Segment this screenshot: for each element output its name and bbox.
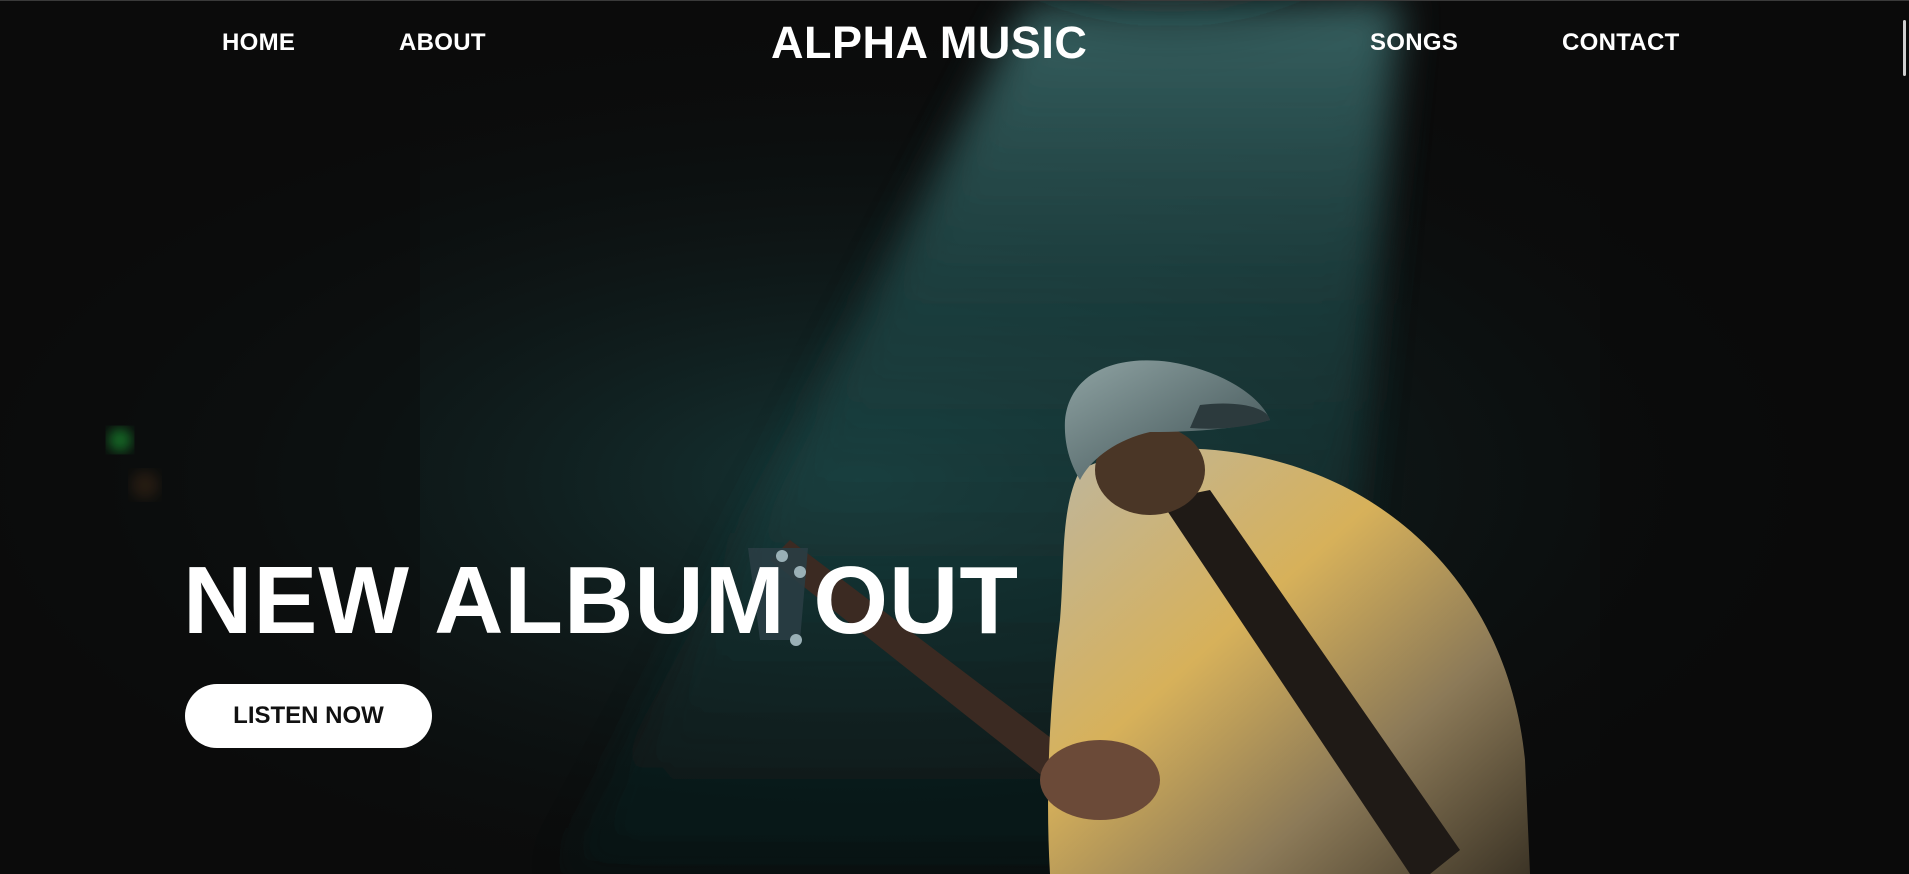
top-border xyxy=(0,0,1909,1)
nav-contact-link[interactable]: CONTACT xyxy=(1562,28,1680,58)
nav-songs-link[interactable]: SONGS xyxy=(1370,28,1458,58)
page-scrollbar[interactable] xyxy=(1899,0,1909,874)
hero-headline: NEW ALBUM OUT xyxy=(183,547,1019,654)
nav-about-link[interactable]: ABOUT xyxy=(399,28,486,58)
listen-now-button[interactable]: LISTEN NOW xyxy=(185,684,432,748)
hero-section: HOME ABOUT ALPHA MUSIC SONGS CONTACT NEW… xyxy=(0,0,1909,874)
nav-home-link[interactable]: HOME xyxy=(222,28,295,58)
site-logo-title[interactable]: ALPHA MUSIC xyxy=(771,16,1087,70)
scrollbar-thumb[interactable] xyxy=(1903,20,1906,76)
